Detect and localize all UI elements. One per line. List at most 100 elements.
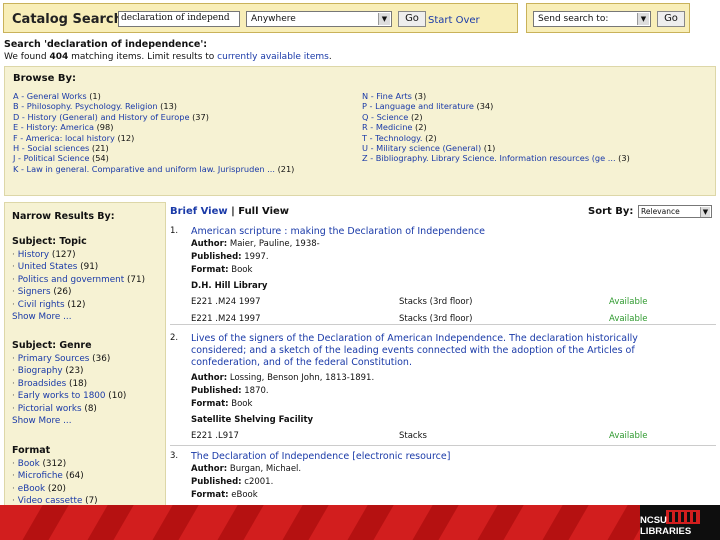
start-over-link[interactable]: Start Over [428,15,480,26]
facet-item: · Primary Sources (36) [12,353,126,365]
browse-count: (98) [94,122,114,133]
send-go-button[interactable]: Go [657,11,685,27]
facet-count: (71) [124,274,146,285]
browse-count: (21) [274,163,295,174]
format-value: eBook [228,490,258,500]
search-summary: We found 404 matching items. Limit resul… [4,52,332,62]
search-go-button[interactable]: Go [398,11,426,27]
format-label: Format: [191,399,229,409]
browse-link[interactable]: Z - Bibliography. Library Science. Infor… [362,153,616,163]
facet-link[interactable]: Pictorial works [18,404,82,414]
brief-view-link[interactable]: Brief View [170,206,228,217]
bullet: · [12,287,15,298]
library-name: Satellite Shelving Facility [191,415,314,425]
sort-select[interactable]: Relevance ▼ [638,205,712,218]
bullet: · [12,378,15,389]
decorative-stripe [272,505,334,540]
browse-item: T - Technology. (2) [362,133,630,143]
browse-link[interactable]: R - Medicine [362,122,412,132]
sort-value: Relevance [641,207,680,216]
result-title-link[interactable]: American scripture : making the Declarat… [191,226,663,238]
facet-item: · United States (91) [12,261,145,273]
facet-link[interactable]: History [18,250,49,260]
facet-link[interactable]: United States [18,262,78,272]
browse-count: (2) [422,132,437,143]
browse-item: Q - Science (2) [362,112,630,122]
limit-available-link[interactable]: currently available items [217,52,329,62]
decorative-stripe [77,505,139,540]
search-scope-select[interactable]: Anywhere ▼ [246,11,392,27]
browse-link[interactable]: E - History: America [13,122,94,132]
show-more-link[interactable]: Show More ... [12,416,72,426]
browse-item: D - History (General) and History of Eur… [13,112,294,122]
result-item: 2. Lives of the signers of the Declarati… [170,333,716,443]
browse-link[interactable]: A - General Works [13,91,87,101]
show-more-link[interactable]: Show More ... [12,312,72,322]
browse-count: (12) [114,132,135,143]
browse-item: K - Law in general. Comparative and unif… [13,164,294,174]
availability-status: Available [609,431,648,441]
facet-link[interactable]: Microfiche [18,471,63,481]
published-value: 1997. [241,252,269,262]
browse-link[interactable]: P - Language and literature [362,101,474,111]
browse-link[interactable]: U - Military science (General) [362,143,481,153]
published-label: Published: [191,477,242,487]
facet-link[interactable]: Civil rights [18,300,65,310]
bullet: · [12,354,15,364]
result-number: 3. [170,451,179,461]
browse-link[interactable]: K - Law in general. Comparative and unif… [13,164,275,174]
browse-item: N - Fine Arts (3) [362,91,630,101]
facet-link[interactable]: Book [18,459,40,469]
narrow-results-title: Narrow Results By: [12,211,115,222]
facet-item: · Civil rights (12) [12,299,145,311]
search-input[interactable]: declaration of independ [118,11,240,27]
facet-link[interactable]: eBook [18,484,45,494]
decorative-stripe [467,505,529,540]
view-toggle: Brief View | Full View [170,206,289,217]
bullet: · [12,483,15,494]
browse-link[interactable]: Q - Science [362,112,408,122]
chevron-down-icon: ▼ [637,13,649,25]
browse-item: P - Language and literature (34) [362,101,630,111]
result-author: Author: Lossing, Benson John, 1813-1891. [191,373,374,383]
facet-link[interactable]: Broadsides [18,379,66,389]
browse-count: (2) [412,122,427,133]
facet-count: (312) [39,459,67,469]
result-number: 1. [170,226,179,236]
send-search-select[interactable]: Send search to: ▼ [533,11,651,27]
facet-link[interactable]: Primary Sources [18,354,90,364]
availability-status: Available [609,314,648,324]
summary-prefix: We found [4,52,50,62]
summary-middle: matching items. Limit results to [68,52,218,62]
result-title-link[interactable]: The Declaration of Independence [electro… [191,451,663,463]
facet-heading: Format [12,445,51,456]
browse-link[interactable]: D - History (General) and History of Eur… [13,112,189,122]
ncsu-libraries-text: NCSU LIBRARIES [640,515,692,537]
browse-count: (34) [473,101,494,112]
send-search-form: Send search to: ▼ Go [526,3,690,33]
call-number: E221 .M24 1997 [191,297,261,307]
browse-link[interactable]: H - Social sciences [13,143,89,153]
result-published: Published: 1997. [191,252,269,262]
browse-link[interactable]: T - Technology. [362,133,422,143]
facet-link[interactable]: Politics and government [18,275,124,285]
browse-link[interactable]: F - America: local history [13,133,115,143]
bullet: · [12,366,15,377]
facet-link[interactable]: Signers [18,287,51,297]
author-label: Author: [191,464,228,474]
divider [170,324,716,325]
browse-count: (21) [89,142,109,153]
facet-link[interactable]: Early works to 1800 [18,391,106,401]
browse-count: (1) [481,142,496,153]
narrow-results-panel: Narrow Results By: Subject: Topic · Histo… [4,202,166,512]
bullet: · [12,403,15,414]
browse-link[interactable]: N - Fine Arts [362,91,412,101]
browse-link[interactable]: J - Political Science [13,153,89,163]
location: Stacks (3rd floor) [399,297,473,307]
facet-link[interactable]: Biography [18,366,63,376]
browse-link[interactable]: B - Philosophy. Psychology. Religion [13,101,158,111]
result-title-link[interactable]: Lives of the signers of the Declaration … [191,333,663,368]
facet-count: (8) [81,403,97,414]
browse-item: A - General Works (1) [13,91,294,101]
result-format: Format: Book [191,265,252,275]
